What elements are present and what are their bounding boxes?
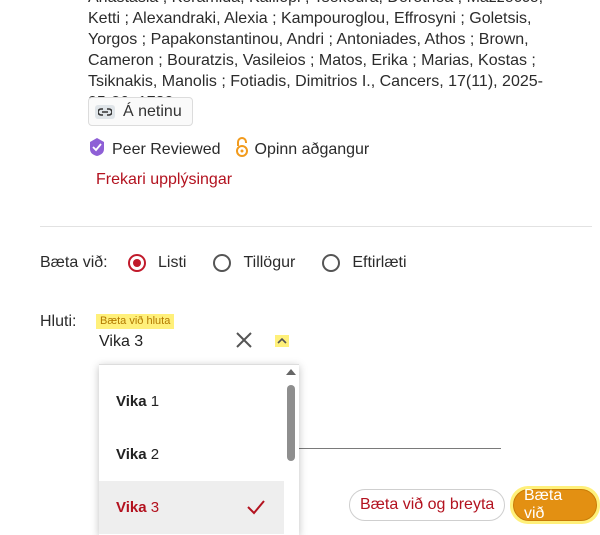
record-badges: Peer Reviewed Opinn aðgangur — [88, 136, 369, 163]
peer-reviewed-label: Peer Reviewed — [112, 140, 221, 158]
radio-list[interactable]: Listi — [128, 254, 186, 272]
radio-suggestions-label: Tillögur — [243, 254, 296, 271]
open-lock-icon — [235, 136, 249, 163]
section-tooltip: Bæta við hluta — [96, 314, 175, 329]
add-to-label: Bæta við: — [40, 254, 108, 271]
peer-reviewed-icon — [88, 137, 106, 162]
option-1-number: 1 — [150, 393, 160, 410]
section-label: Hluti: — [40, 313, 77, 330]
add-button[interactable]: Bæta við — [513, 487, 597, 522]
online-link-button[interactable]: Á netinu — [88, 97, 193, 126]
link-icon — [95, 104, 115, 119]
section-dropdown[interactable]: Vika 1 Vika 2 Vika 3 — [99, 364, 299, 535]
open-access-label: Opinn aðgangur — [254, 140, 370, 158]
divider — [40, 226, 592, 227]
radio-list-label: Listi — [158, 254, 187, 271]
add-to-row: Bæta við: Listi Tillögur Eftirlæti — [40, 254, 407, 272]
chevron-up-icon[interactable] — [275, 335, 289, 347]
radio-favorites[interactable]: Eftirlæti — [322, 254, 407, 272]
dropdown-option-1[interactable]: Vika 1 — [99, 375, 284, 428]
radio-list-indicator[interactable] — [128, 254, 146, 272]
checkmark-icon — [246, 499, 266, 519]
add-and-edit-button[interactable]: Bæta við og breyta — [349, 489, 506, 521]
option-3-number: 3 — [150, 499, 160, 516]
radio-suggestions[interactable]: Tillögur — [213, 254, 295, 272]
dropdown-option-2[interactable]: Vika 2 — [99, 428, 284, 481]
online-link-label: Á netinu — [123, 102, 182, 120]
radio-suggestions-indicator[interactable] — [213, 254, 232, 272]
peer-reviewed-badge: Peer Reviewed — [88, 137, 221, 162]
option-2-number: 2 — [150, 446, 160, 463]
dropdown-option-3[interactable]: Vika 3 — [99, 481, 284, 534]
more-info-link[interactable]: Frekari upplýsingar — [96, 171, 232, 189]
scroll-up-arrow[interactable] — [286, 369, 296, 375]
option-1-prefix: Vika — [116, 393, 147, 410]
clear-icon[interactable] — [234, 330, 254, 350]
radio-favorites-label: Eftirlæti — [352, 254, 407, 271]
scrollbar-thumb[interactable] — [287, 385, 295, 461]
open-access-badge: Opinn aðgangur — [235, 136, 370, 163]
add-button-highlight: Bæta við — [510, 486, 600, 524]
option-2-prefix: Vika — [116, 446, 147, 463]
select-underline — [287, 448, 501, 449]
option-3-prefix: Vika — [116, 499, 147, 516]
radio-favorites-indicator[interactable] — [322, 254, 341, 272]
section-select-value[interactable]: Vika 3 — [99, 333, 143, 351]
